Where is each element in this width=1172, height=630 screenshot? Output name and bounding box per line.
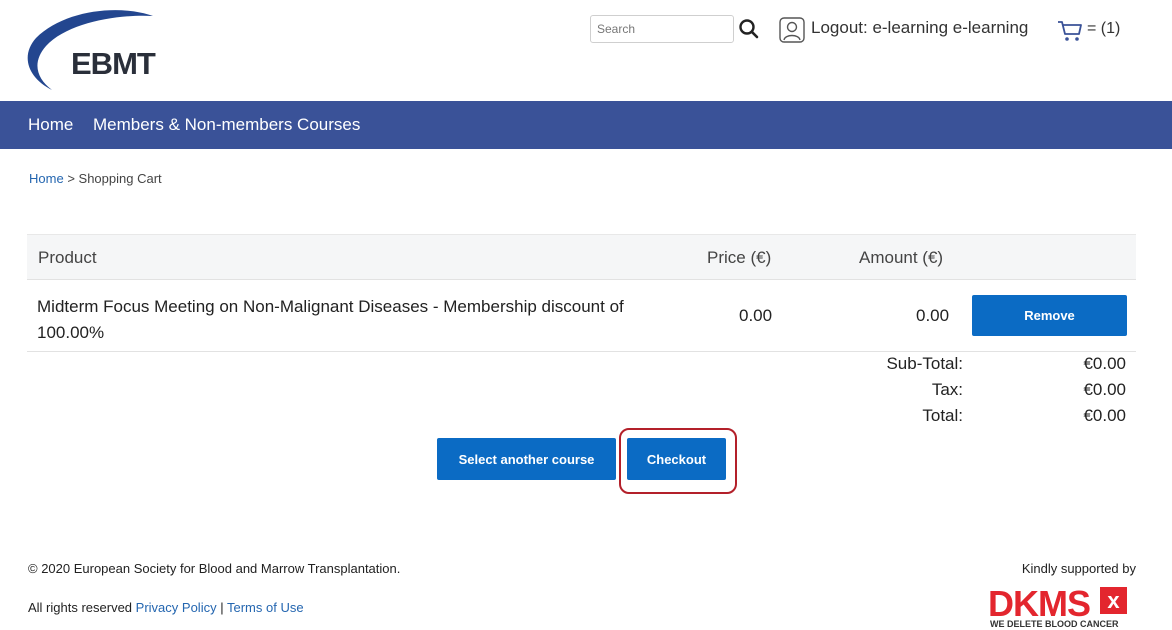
cart-count[interactable]: = (1) xyxy=(1087,20,1120,38)
select-another-course-button[interactable]: Select another course xyxy=(437,438,616,480)
footer-divider: | xyxy=(220,600,224,615)
header: EBMT Logout: e-learning e-learning = (1) xyxy=(0,0,1172,101)
nav-item-courses[interactable]: Members & Non-members Courses xyxy=(93,115,360,135)
shopping-cart-icon[interactable] xyxy=(1057,19,1083,43)
subtotal-label: Sub-Total: xyxy=(886,354,963,373)
checkout-button[interactable]: Checkout xyxy=(627,438,726,480)
nav-item-home[interactable]: Home xyxy=(28,115,73,135)
column-header-product: Product xyxy=(38,248,97,267)
column-header-price: Price (€) xyxy=(707,248,772,267)
product-price: 0.00 xyxy=(739,306,773,325)
search-icon[interactable] xyxy=(737,17,761,41)
total-value: €0.00 xyxy=(1083,406,1126,425)
cart-table: Product Price (€) Amount (€) Midterm Foc… xyxy=(27,234,1136,352)
breadcrumb-current: Shopping Cart xyxy=(78,171,162,186)
terms-of-use-link[interactable]: Terms of Use xyxy=(227,600,304,615)
cart-totals: Sub-Total: €0.00 Tax: €0.00 Total: €0.00 xyxy=(27,354,1136,434)
search-input[interactable] xyxy=(590,15,734,43)
product-name: Midterm Focus Meeting on Non-Malignant D… xyxy=(37,297,624,342)
logout-link[interactable]: Logout: e-learning e-learning xyxy=(811,18,1028,38)
main-navbar: Home Members & Non-members Courses xyxy=(0,101,1172,149)
footer-copyright: © 2020 European Society for Blood and Ma… xyxy=(28,561,401,576)
footer-rights: All rights reserved Privacy Policy | Ter… xyxy=(28,600,304,615)
user-icon xyxy=(779,17,805,43)
rights-text: All rights reserved xyxy=(28,600,133,615)
breadcrumb-separator: > xyxy=(67,171,75,186)
tax-label: Tax: xyxy=(931,380,963,399)
logo-text: EBMT xyxy=(71,46,156,81)
total-label: Total: xyxy=(922,406,963,425)
dkms-logo[interactable]: DKMS x WE DELETE BLOOD CANCER xyxy=(988,583,1138,630)
breadcrumb-home-link[interactable]: Home xyxy=(29,171,64,186)
product-amount: 0.00 xyxy=(916,306,950,325)
tax-value: €0.00 xyxy=(1083,380,1126,399)
remove-button[interactable]: Remove xyxy=(972,295,1127,336)
privacy-policy-link[interactable]: Privacy Policy xyxy=(136,600,217,615)
breadcrumb: Home > Shopping Cart xyxy=(29,171,162,186)
dkms-tagline: WE DELETE BLOOD CANCER xyxy=(990,619,1119,629)
table-row: Midterm Focus Meeting on Non-Malignant D… xyxy=(27,280,1136,352)
dkms-x-icon: x xyxy=(1100,587,1127,614)
subtotal-value: €0.00 xyxy=(1083,354,1126,373)
supported-by-text: Kindly supported by xyxy=(1021,561,1136,576)
table-header: Product Price (€) Amount (€) xyxy=(27,234,1136,280)
column-header-amount: Amount (€) xyxy=(859,248,944,267)
ebmt-logo[interactable]: EBMT xyxy=(24,8,164,96)
